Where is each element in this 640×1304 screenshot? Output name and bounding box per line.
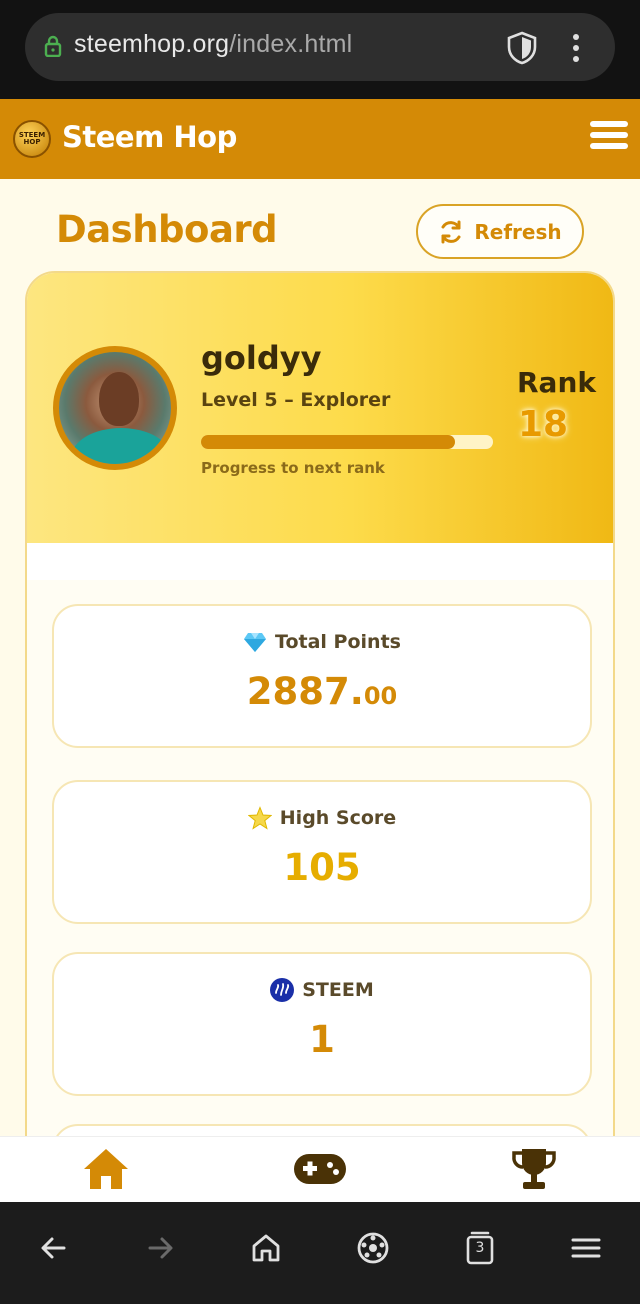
url-text[interactable]: steemhop.org/index.html [74, 30, 352, 59]
app-logo[interactable]: STEEM HOP [13, 120, 51, 158]
total-points-value: 2887.00 [246, 670, 398, 713]
hamburger-menu-icon[interactable] [590, 121, 628, 155]
rank-progress-bar [201, 435, 493, 449]
home-browser-icon[interactable] [246, 1228, 286, 1268]
trophy-icon[interactable] [510, 1145, 558, 1193]
refresh-button[interactable]: Refresh [416, 204, 584, 259]
star-icon [247, 806, 272, 830]
dashboard-card: goldyy Level 5 – Explorer Progress to ne… [25, 271, 615, 1151]
forward-arrow-icon[interactable] [140, 1228, 180, 1268]
brand-name[interactable]: Steem Hop [62, 120, 237, 154]
soccer-ball-icon[interactable] [353, 1228, 393, 1268]
avatar[interactable] [53, 346, 177, 470]
progress-label: Progress to next rank [201, 459, 385, 477]
total-points-header: Total Points [54, 630, 590, 654]
steem-logo-icon [270, 978, 295, 1002]
total-points-label: Total Points [275, 631, 401, 653]
tabs-button[interactable]: 3 [460, 1228, 500, 1268]
rank-label: Rank [517, 366, 597, 399]
more-menu-icon[interactable] [566, 32, 586, 64]
refresh-icon [441, 220, 461, 243]
shield-icon[interactable] [506, 31, 538, 65]
total-points-card: Total Points 2887.00 [52, 604, 592, 748]
back-arrow-icon[interactable] [34, 1228, 74, 1268]
high-score-header: High Score [54, 806, 590, 830]
username: goldyy [201, 339, 322, 377]
browser-bottom-bar [0, 1202, 640, 1304]
steem-label: STEEM [302, 979, 374, 1001]
rank-value: 18 [518, 404, 569, 445]
high-score-card: High Score 105 [52, 780, 592, 924]
logo-text: STEEM HOP [18, 131, 46, 146]
tab-count: 3 [475, 1240, 485, 1256]
high-score-label: High Score [279, 807, 397, 829]
high-score-value: 105 [283, 846, 361, 889]
steem-header: STEEM [54, 978, 590, 1002]
steem-card: STEEM 1 [52, 952, 592, 1096]
menu-icon[interactable] [566, 1228, 606, 1268]
rank-progress-fill [201, 435, 456, 449]
divider [27, 543, 613, 580]
url-host: steemhop.org [74, 30, 230, 58]
url-path: /index.html [229, 30, 353, 58]
refresh-label: Refresh [474, 219, 562, 244]
home-icon[interactable] [82, 1145, 130, 1193]
user-level: Level 5 – Explorer [201, 389, 391, 411]
lock-icon [44, 35, 62, 57]
diamond-icon [244, 633, 267, 652]
page-title: Dashboard [56, 208, 278, 251]
gamepad-icon[interactable] [292, 1145, 348, 1193]
steem-value: 1 [309, 1018, 335, 1061]
